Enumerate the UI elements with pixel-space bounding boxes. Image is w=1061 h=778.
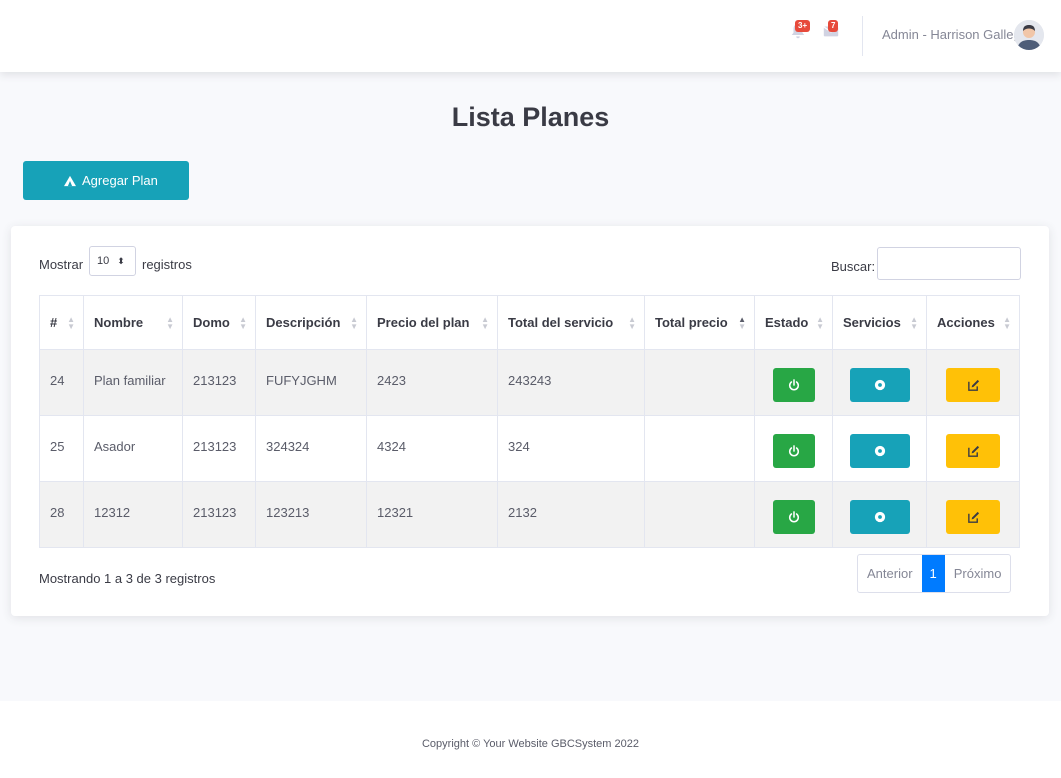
sort-icon: ▲ ▼: [1003, 315, 1011, 331]
edit-button[interactable]: [946, 368, 1000, 402]
table-info: Mostrando 1 a 3 de 3 registros: [39, 571, 216, 586]
services-icon: [874, 379, 885, 391]
power-icon: [788, 511, 799, 523]
cell-domo: 213123: [182, 349, 256, 416]
power-icon: [788, 445, 799, 457]
col-acciones[interactable]: Acciones ▲ ▼: [926, 295, 1020, 350]
records-label: registros: [142, 257, 192, 272]
sort-icon: ▲ ▼: [628, 315, 636, 331]
user-name[interactable]: Admin - Harrison Gallego: [882, 27, 1028, 42]
toggle-status-button[interactable]: [772, 368, 815, 402]
page-length-value: 10: [97, 255, 110, 267]
services-icon: [874, 445, 885, 457]
cell-id: 28: [39, 481, 84, 548]
services-button[interactable]: [849, 500, 910, 534]
cell-acciones: [926, 481, 1020, 548]
edit-icon: [967, 511, 979, 523]
sort-icon: ▲ ▼: [738, 315, 746, 331]
cell-descripcion: 123213: [255, 481, 367, 548]
cell-acciones: [926, 415, 1020, 482]
services-button[interactable]: [849, 368, 910, 402]
table-header-row: # ▲ ▼ Nombre ▲ ▼ Domo ▲ ▼ Descripción ▲ ▼ Precio…: [39, 295, 1020, 350]
cell-domo: 213123: [182, 481, 256, 548]
col-estado[interactable]: Estado ▲ ▼: [754, 295, 833, 350]
campground-icon: [63, 175, 77, 187]
cell-acciones: [926, 349, 1020, 416]
topbar-divider: [862, 16, 863, 56]
pagination: Anterior 1 Próximo: [857, 554, 1012, 593]
sort-icon: ▲ ▼: [350, 315, 358, 331]
user-avatar[interactable]: [1014, 20, 1044, 50]
cell-estado: [754, 415, 833, 482]
col-total-precio[interactable]: Total precio ▲ ▼: [644, 295, 755, 350]
cell-nombre: Plan familiar: [83, 349, 183, 416]
edit-button[interactable]: [946, 434, 1000, 468]
services-button[interactable]: [849, 434, 910, 468]
edit-icon: [967, 445, 979, 457]
sort-icon: ▲ ▼: [816, 315, 824, 331]
services-icon: [874, 511, 885, 523]
page-title: Lista Planes: [451, 102, 610, 132]
cell-id: 24: [39, 349, 84, 416]
page-1-button[interactable]: 1: [921, 555, 945, 592]
cell-total-precio: [644, 481, 755, 548]
cell-total-servicio: 243243: [497, 349, 645, 416]
table-row: 24 Plan familiar 213123 FUFYJGHM 2423 24…: [39, 349, 1020, 416]
table-row: 28 12312 213123 123213 12321 2132: [39, 481, 1020, 548]
cell-servicios: [832, 415, 927, 482]
copyright-text: Copyright © Your Website GBCSystem 2022: [421, 738, 639, 750]
select-arrow-icon: ⬍: [117, 255, 125, 266]
topbar: 3+ 7 Admin - Harrison Gallego: [0, 0, 1061, 72]
toggle-status-button[interactable]: [772, 434, 815, 468]
cell-nombre: Asador: [83, 415, 183, 482]
cell-total-servicio: 324: [497, 415, 645, 482]
sort-icon: ▲ ▼: [166, 315, 174, 331]
sort-icon: ▲ ▼: [67, 315, 75, 331]
cell-servicios: [832, 349, 927, 416]
messages-badge: 7: [828, 20, 839, 32]
toggle-status-button[interactable]: [772, 500, 815, 534]
alerts-bell-icon[interactable]: 3+: [789, 20, 811, 42]
plans-table: # ▲ ▼ Nombre ▲ ▼ Domo ▲ ▼ Descripción ▲ ▼ Precio…: [39, 295, 1020, 548]
cell-total-precio: [644, 415, 755, 482]
power-icon: [788, 379, 799, 391]
cell-estado: [754, 349, 833, 416]
col-id[interactable]: # ▲ ▼: [39, 295, 84, 350]
col-domo[interactable]: Domo ▲ ▼: [182, 295, 256, 350]
sort-icon: ▲ ▼: [239, 315, 247, 331]
edit-button[interactable]: [946, 500, 1000, 534]
page-length-select[interactable]: 10 ⬍: [89, 246, 136, 276]
prev-page-button[interactable]: Anterior: [858, 555, 922, 592]
cell-estado: [754, 481, 833, 548]
cell-total-precio: [644, 349, 755, 416]
cell-nombre: 12312: [83, 481, 183, 548]
cell-precio: 4324: [366, 415, 498, 482]
col-total-servicio[interactable]: Total del servicio ▲ ▼: [497, 295, 645, 350]
sort-icon: ▲ ▼: [910, 315, 918, 331]
next-page-button[interactable]: Próximo: [945, 555, 1011, 592]
cell-precio: 2423: [366, 349, 498, 416]
show-label: Mostrar: [39, 257, 84, 272]
col-nombre[interactable]: Nombre ▲ ▼: [83, 295, 183, 350]
sort-icon: ▲ ▼: [481, 315, 489, 331]
add-plan-button[interactable]: Agregar Plan: [23, 161, 189, 200]
col-descripcion[interactable]: Descripción ▲ ▼: [255, 295, 367, 350]
table-row: 25 Asador 213123 324324 4324 324: [39, 415, 1020, 482]
edit-icon: [967, 379, 979, 391]
cell-descripcion: 324324: [255, 415, 367, 482]
cell-domo: 213123: [182, 415, 256, 482]
cell-servicios: [832, 481, 927, 548]
cell-descripcion: FUFYJGHM: [255, 349, 367, 416]
col-precio-plan[interactable]: Precio del plan ▲ ▼: [366, 295, 498, 350]
add-plan-label: Agregar Plan: [82, 173, 158, 188]
cell-precio: 12321: [366, 481, 498, 548]
cell-id: 25: [39, 415, 84, 482]
col-servicios[interactable]: Servicios ▲ ▼: [832, 295, 927, 350]
search-label: Buscar:: [831, 259, 876, 274]
cell-total-servicio: 2132: [497, 481, 645, 548]
alerts-badge: 3+: [795, 20, 811, 32]
search-input[interactable]: [877, 247, 1021, 280]
messages-envelope-icon[interactable]: 7: [822, 20, 842, 42]
